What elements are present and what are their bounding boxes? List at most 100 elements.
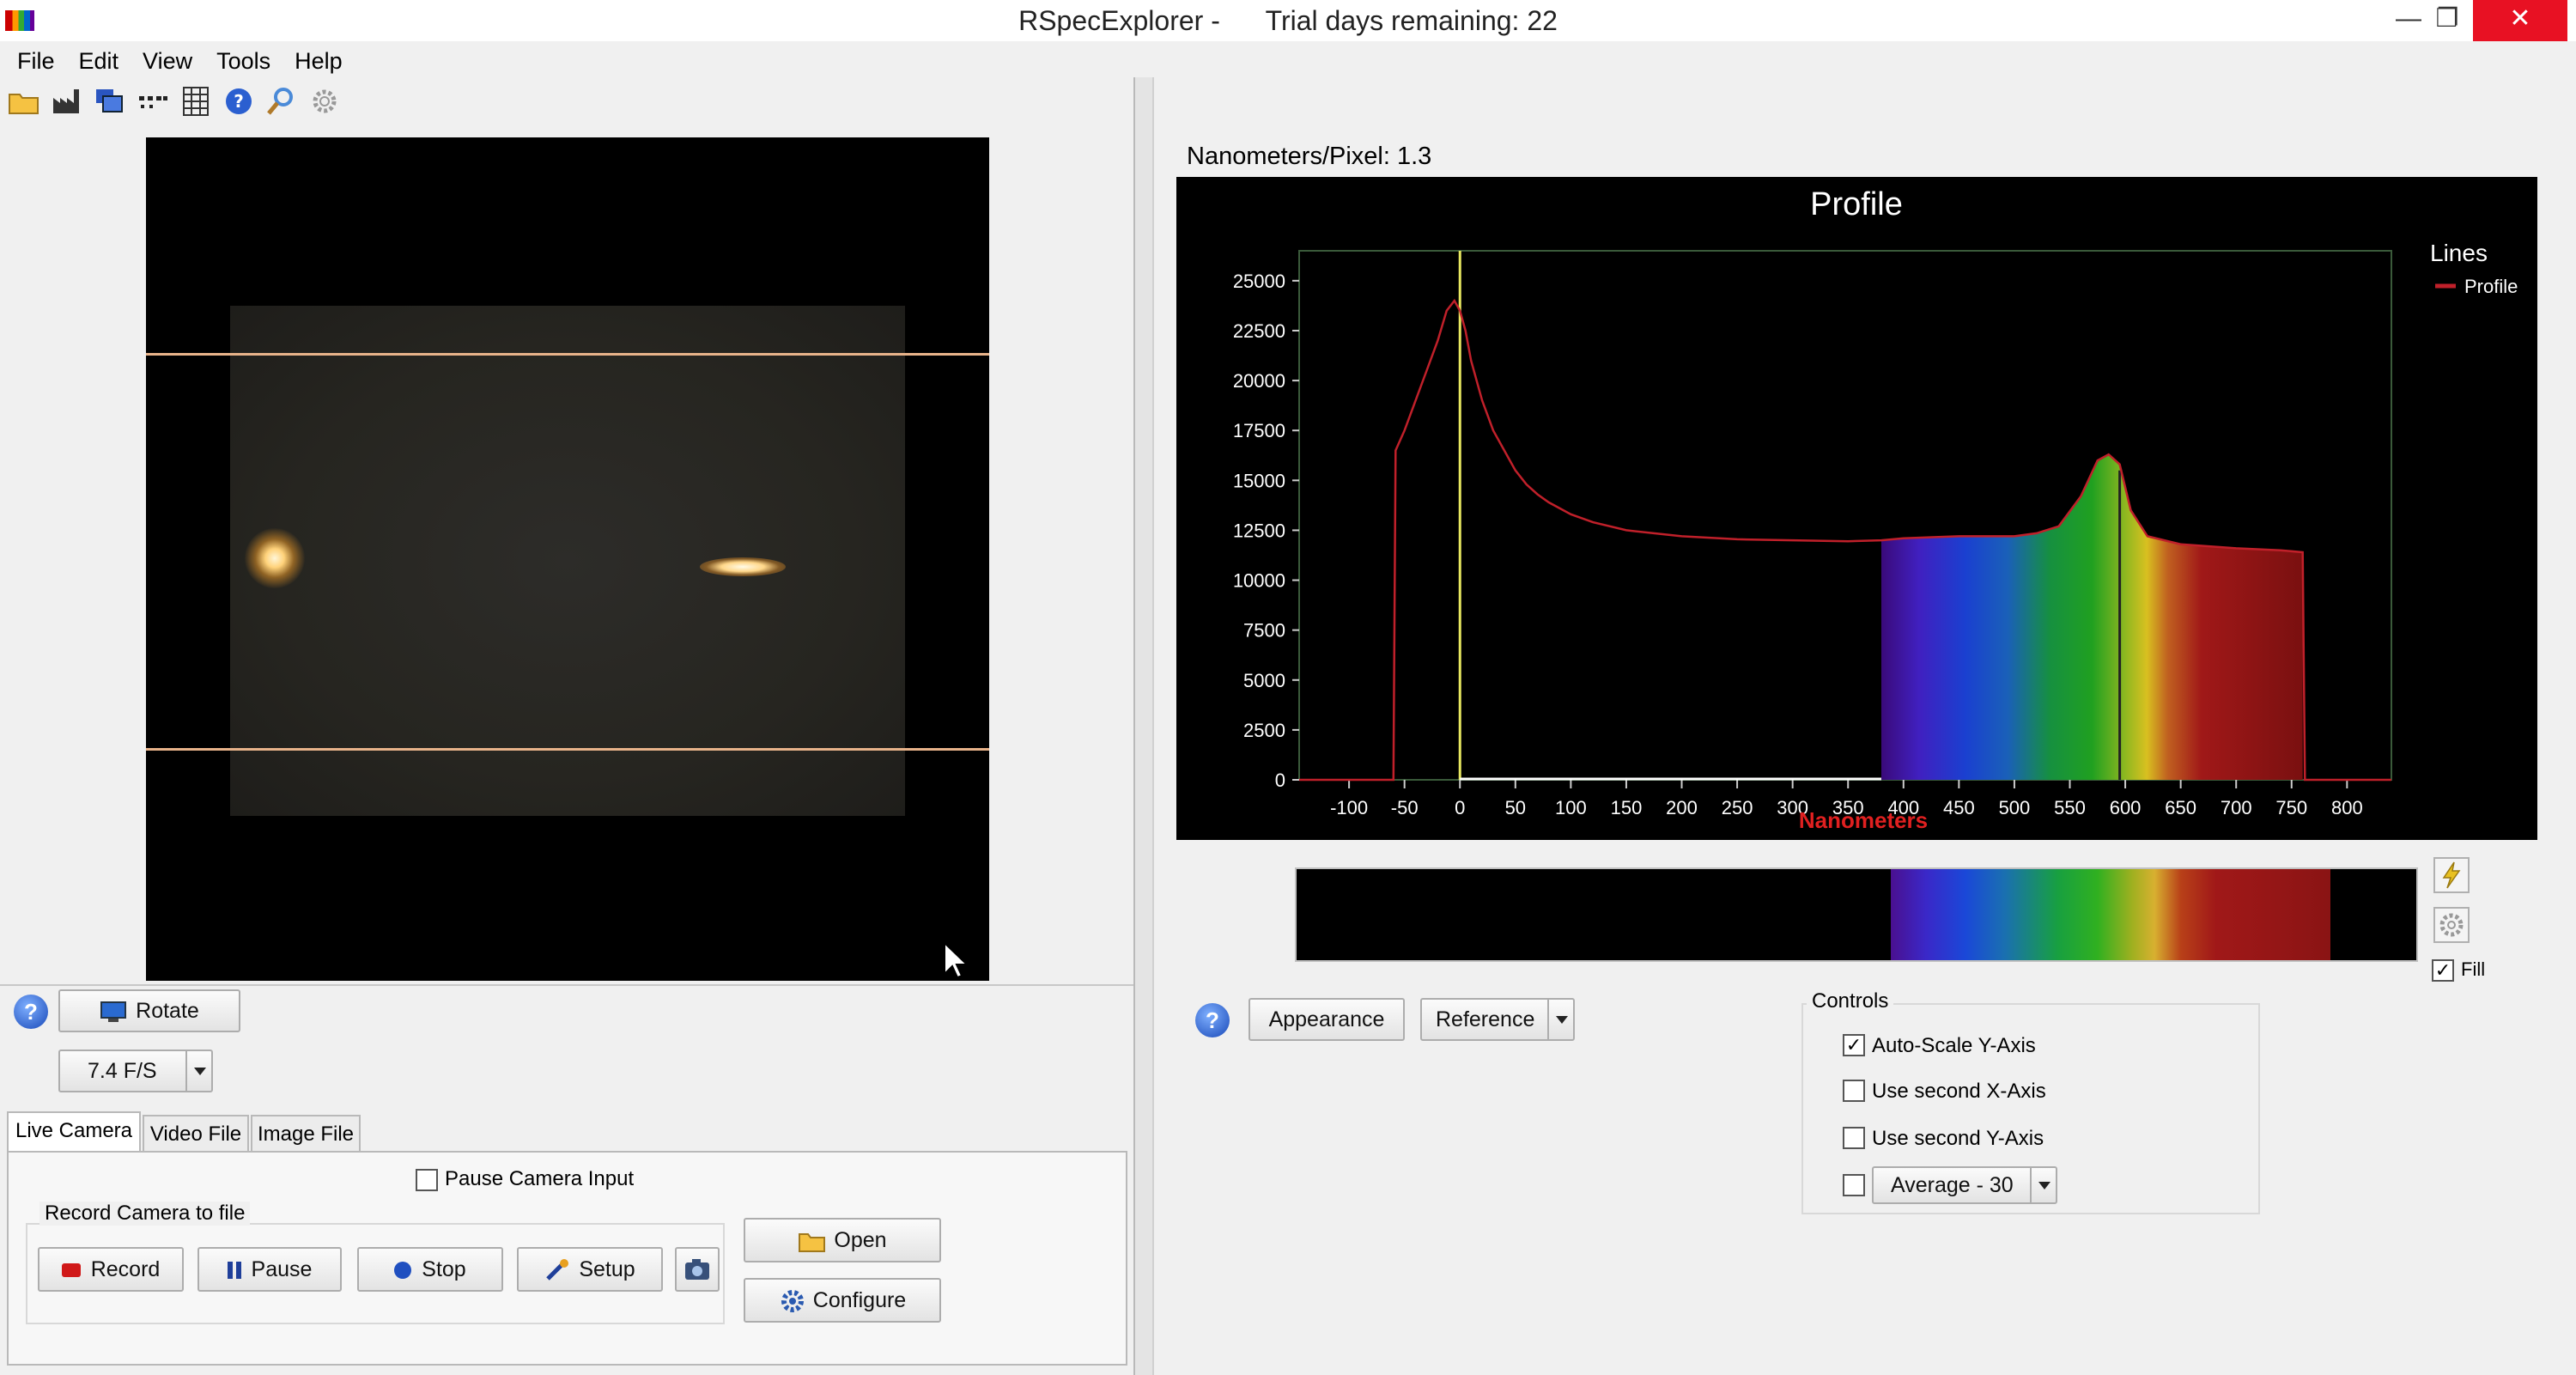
grid-icon[interactable] (179, 84, 213, 119)
spectrum-fill (1880, 301, 2303, 780)
x-tick-label: 100 (1555, 797, 1587, 818)
second-x-axis-label: Use second X-Axis (1872, 1080, 2046, 1103)
profile-help-button[interactable]: ? (1195, 1003, 1230, 1037)
roi-top-line[interactable] (146, 353, 989, 356)
snapshot-button[interactable] (675, 1247, 720, 1292)
profile-chart[interactable]: Profile 0 2500 5000 7500 10000 12500 15000 1750… (1176, 177, 2537, 840)
camera-frame (230, 306, 905, 816)
camera-icon (685, 1259, 709, 1280)
controls-title: Controls (1807, 989, 1894, 1013)
rotate-button[interactable]: Rotate (58, 989, 240, 1032)
x-tick-label: 200 (1666, 797, 1698, 818)
x-tick-label: 800 (2331, 797, 2363, 818)
camera-help-button[interactable]: ? (14, 995, 48, 1029)
chevron-down-icon[interactable] (185, 1051, 213, 1091)
second-y-axis-checkbox[interactable] (1843, 1127, 1865, 1149)
second-x-axis-checkbox[interactable] (1843, 1080, 1865, 1102)
stop-button[interactable]: Stop (357, 1247, 503, 1292)
window-title: RSpecExplorer - Trial days remaining: 22 (1018, 5, 1558, 36)
menu-file[interactable]: File (0, 43, 55, 79)
x-tick-label: 750 (2275, 797, 2307, 818)
chart-title: Profile (1810, 186, 1903, 222)
pause-button[interactable]: Pause (197, 1247, 342, 1292)
menu-tools[interactable]: Tools (199, 43, 270, 79)
magnifier-icon[interactable] (264, 84, 299, 119)
panel-separator (0, 984, 1133, 986)
gear-icon (2439, 913, 2464, 937)
reference-label: Reference (1436, 1007, 1535, 1031)
pause-camera-checkbox[interactable] (416, 1169, 438, 1191)
menu-help[interactable]: Help (277, 43, 343, 79)
record-label: Record (90, 1257, 161, 1281)
menu-bar: File Edit View Tools Help (0, 43, 1133, 79)
second-y-axis-label: Use second Y-Axis (1872, 1127, 2044, 1150)
average-checkbox[interactable] (1843, 1174, 1865, 1196)
appearance-button[interactable]: Appearance (1249, 998, 1405, 1041)
legend-entry-profile: Profile (2464, 276, 2518, 297)
y-tick-label: 15000 (1233, 470, 1285, 491)
maximize-button[interactable]: ❐ (2421, 0, 2473, 41)
tab-live-camera[interactable]: Live Camera (7, 1111, 141, 1151)
x-tick-label: 500 (1999, 797, 2031, 818)
x-tick-label: 700 (2221, 797, 2252, 818)
help-icon[interactable]: ? (222, 84, 256, 119)
configure-button[interactable]: Configure (744, 1278, 941, 1323)
menu-view[interactable]: View (125, 43, 192, 79)
camera-toolbar: ? (7, 84, 368, 122)
spectrum-strip[interactable] (1295, 867, 2418, 962)
monitor-icon (100, 1001, 127, 1023)
configure-label: Configure (812, 1288, 907, 1312)
spectrum-colors (1891, 869, 2330, 960)
reference-button[interactable]: Reference (1420, 998, 1575, 1041)
chevron-down-icon[interactable] (2030, 1168, 2057, 1202)
mouse-cursor-icon (944, 941, 969, 979)
pause-camera-label: Pause Camera Input (445, 1167, 635, 1190)
title-bar: RSpecExplorer - Trial days remaining: 22… (0, 0, 2576, 41)
open-button[interactable]: Open (744, 1218, 941, 1262)
tab-video-file[interactable]: Video File (143, 1115, 249, 1151)
stop-label: Stop (422, 1257, 466, 1281)
pause-icon (227, 1262, 233, 1280)
average-select[interactable]: Average - 30 (1872, 1166, 2057, 1204)
roi-bottom-line[interactable] (146, 748, 989, 751)
fps-select[interactable]: 7.4 F/S (58, 1050, 213, 1092)
gear-icon[interactable] (307, 84, 342, 119)
open-folder-icon[interactable] (7, 84, 41, 119)
open-label: Open (834, 1228, 887, 1252)
open-folder-icon (799, 1233, 826, 1253)
y-tick-label: 2500 (1243, 720, 1285, 741)
x-tick-label: 550 (2054, 797, 2086, 818)
menu-edit[interactable]: Edit (62, 43, 119, 79)
strip-settings-button[interactable] (2433, 907, 2470, 943)
y-tick-label: 5000 (1243, 670, 1285, 691)
x-tick-label: 450 (1943, 797, 1975, 818)
record-icon (61, 1263, 81, 1278)
chevron-down-icon[interactable] (1547, 1000, 1575, 1039)
fill-label: Fill (2461, 958, 2486, 980)
close-button[interactable]: ✕ (2473, 0, 2567, 41)
nm-per-pixel-readout: Nanometers/Pixel: 1.3 (1187, 143, 1432, 170)
y-tick-label: 0 (1275, 770, 1285, 791)
gear-icon (781, 1290, 804, 1313)
average-value: Average - 30 (1891, 1173, 2014, 1197)
x-tick-label: 0 (1455, 797, 1465, 818)
copy-windows-icon[interactable] (93, 84, 127, 119)
dotted-line-icon[interactable] (136, 84, 170, 119)
tab-image-file[interactable]: Image File (251, 1115, 361, 1151)
panel-splitter[interactable] (1133, 77, 1154, 1375)
fill-checkbox[interactable]: ✓ (2432, 959, 2454, 982)
fps-value: 7.4 F/S (88, 1059, 157, 1083)
y-tick-label: 17500 (1233, 420, 1285, 441)
quick-action-button[interactable] (2433, 857, 2470, 893)
record-button[interactable]: Record (38, 1247, 184, 1292)
auto-scale-y-checkbox[interactable]: ✓ (1843, 1034, 1865, 1056)
setup-label: Setup (579, 1257, 635, 1281)
svg-text:?: ? (234, 91, 244, 112)
profile-chart-svg[interactable]: Profile 02500500075001000012500150001750… (1176, 177, 2537, 840)
factory-icon[interactable] (50, 84, 84, 119)
zero-order-spot (245, 528, 305, 588)
setup-button[interactable]: Setup (517, 1247, 663, 1292)
x-tick-label: -50 (1391, 797, 1419, 818)
auto-scale-y-label: Auto-Scale Y-Axis (1872, 1034, 2036, 1057)
y-tick-label: 10000 (1233, 570, 1285, 592)
